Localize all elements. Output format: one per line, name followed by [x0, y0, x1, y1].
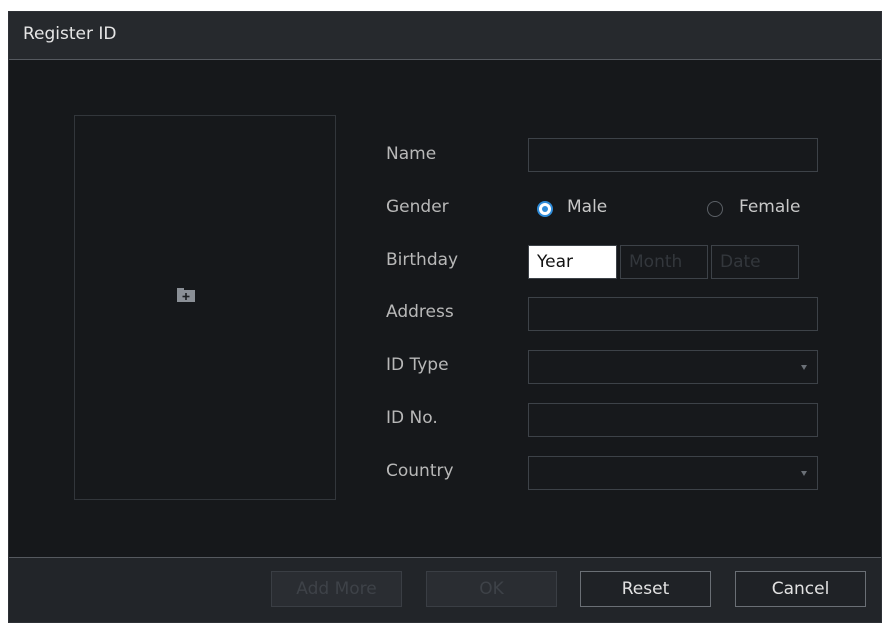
address-input[interactable] [528, 297, 818, 331]
gender-male-label[interactable]: Male [567, 196, 607, 218]
register-id-dialog: Register ID Name Gender Male Female Birt… [8, 11, 882, 623]
country-select[interactable] [528, 456, 818, 490]
gender-label: Gender [386, 197, 449, 217]
birthday-label: Birthday [386, 250, 459, 270]
gender-female-label[interactable]: Female [739, 196, 800, 218]
country-dropdown-icon [801, 471, 807, 476]
add-more-button[interactable]: Add More [271, 571, 402, 607]
cancel-button[interactable]: Cancel [735, 571, 866, 607]
title-bar: Register ID [9, 12, 881, 60]
dialog-title: Register ID [23, 24, 117, 44]
reset-button[interactable]: Reset [580, 571, 711, 607]
id-type-label: ID Type [386, 355, 449, 375]
id-type-dropdown-icon [801, 365, 807, 370]
id-type-select[interactable] [528, 350, 818, 384]
id-no-input[interactable] [528, 403, 818, 437]
gender-male-radio[interactable] [537, 201, 553, 217]
birthday-month-field[interactable]: Month [620, 245, 708, 279]
add-photo-icon[interactable] [176, 287, 196, 303]
ok-button[interactable]: OK [426, 571, 557, 607]
name-label: Name [386, 144, 437, 164]
birthday-year-field[interactable]: Year [528, 245, 617, 279]
name-input[interactable] [528, 138, 818, 172]
birthday-date-field[interactable]: Date [711, 245, 799, 279]
footer-bar: Add More OK Reset Cancel [9, 558, 881, 622]
address-label: Address [386, 302, 454, 322]
id-no-label: ID No. [386, 408, 438, 428]
gender-female-radio[interactable] [707, 201, 723, 217]
add-photo-area[interactable] [74, 115, 336, 500]
country-label: Country [386, 461, 454, 481]
